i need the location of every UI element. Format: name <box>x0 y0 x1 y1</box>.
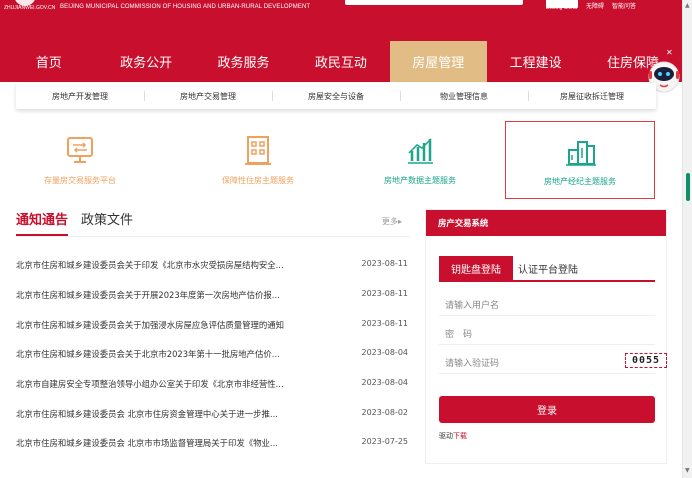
news-title[interactable]: 北京市住房和城乡建设委员会 北京市市场监督管理局关于印发《物业... <box>16 437 336 449</box>
nav-item-housing-management[interactable]: 房屋管理 <box>389 41 487 82</box>
news-title[interactable]: 北京市住房和城乡建设委员会关于北京市2023年第十一批房地产估价... <box>16 348 336 360</box>
list-item[interactable]: 北京市住房和城乡建设委员会 北京市市场监督管理局关于印发《物业... 2023-… <box>16 433 408 453</box>
news-title[interactable]: 北京市住房和城乡建设委员会关于开展2023年度第一次房地产估价报... <box>16 289 336 301</box>
tab-auth-platform-login[interactable]: 认证平台登陆 <box>518 256 590 280</box>
scroll-up-icon[interactable]: ▲ <box>685 2 690 9</box>
driver-download: 驱动下载 <box>439 431 467 441</box>
news-date: 2023-08-02 <box>361 408 409 417</box>
password-label: 密 码 <box>445 330 473 340</box>
service-label: 存量房交易服务平台 <box>44 176 116 185</box>
password-field[interactable]: 密 码 <box>439 319 655 345</box>
news-date: 2023-08-04 <box>361 378 409 387</box>
tab-notices[interactable]: 通知通告 <box>16 209 68 228</box>
divider <box>16 236 410 237</box>
news-date: 2023-08-04 <box>361 348 409 357</box>
smart-qa-link[interactable]: 智能问答 <box>612 1 636 10</box>
building-icon <box>245 136 271 165</box>
list-item[interactable]: 北京市住房和城乡建设委员会 北京市住房资金管理中心关于进一步推... 2023-… <box>16 404 408 424</box>
news-title[interactable]: 北京市住房和城乡建设委员会关于加强浸水房屋应急评估质量管理的通知 <box>16 319 336 331</box>
news-title[interactable]: 北京市自建房安全专项整治领导小组办公室关于印发《北京市非经营性... <box>16 378 336 390</box>
subnav-item-transaction[interactable]: 房地产交易管理 <box>144 83 272 109</box>
nav-item-interaction[interactable]: 政民互动 <box>292 41 389 82</box>
username-field[interactable]: 请输入用户名 <box>439 290 655 316</box>
news-date: 2023-08-11 <box>361 289 409 298</box>
captcha-image[interactable]: 0055 <box>625 353 667 368</box>
nav-item-home[interactable]: 首页 <box>0 41 97 82</box>
service-label: 保障性住房主题服务 <box>222 176 294 185</box>
panel-title: 房产交易系统 <box>426 210 666 236</box>
login-button[interactable]: 登录 <box>439 396 655 423</box>
service-tile-existing-housing[interactable]: 存量房交易服务平台 <box>5 121 155 199</box>
news-date: 2023-08-11 <box>361 319 409 328</box>
list-item[interactable]: 北京市住房和城乡建设委员会关于开展2023年度第一次房地产估价报... 2023… <box>16 285 408 305</box>
subnav-item-property-mgmt[interactable]: 物业管理信息 <box>400 83 528 109</box>
scrollbar[interactable]: ▲ ▼ <box>682 0 692 478</box>
list-item[interactable]: 北京市住房和城乡建设委员会关于印发《北京市水灾受损房屋结构安全... 2023-… <box>16 255 408 275</box>
driver-download-link[interactable]: 下载 <box>453 432 467 440</box>
service-tile-real-estate-data[interactable]: 房地产数据主题服务 <box>345 121 495 199</box>
bar-chart-icon <box>408 138 433 164</box>
scroll-thumb[interactable] <box>686 173 690 201</box>
captcha-field[interactable]: 请输入验证码 0055 <box>439 348 667 374</box>
list-item[interactable]: 北京市住房和城乡建设委员会关于加强浸水房屋应急评估质量管理的通知 2023-08… <box>16 315 408 335</box>
subnav-item-development[interactable]: 房地产开发管理 <box>16 83 144 109</box>
tab-key-login[interactable]: 钥匙盘登陆 <box>439 256 513 280</box>
buildings-chart-icon <box>566 141 596 166</box>
nav-item-gov-services[interactable]: 政务服务 <box>195 41 292 82</box>
sub-nav: 房地产开发管理 房地产交易管理 房屋安全与设备 物业管理信息 房屋征收拆迁管理 <box>16 83 656 109</box>
subnav-item-safety[interactable]: 房屋安全与设备 <box>272 83 400 109</box>
nav-item-gov-affairs-open[interactable]: 政务公开 <box>97 41 194 82</box>
search-input[interactable] <box>345 0 523 5</box>
tab-policy-documents[interactable]: 政策文件 <box>81 209 133 228</box>
app-caption: BeiJing China <box>546 5 577 11</box>
news-title[interactable]: 北京市住房和城乡建设委员会关于印发《北京市水灾受损房屋结构安全... <box>16 259 336 271</box>
subnav-item-expropriation[interactable]: 房屋征收拆迁管理 <box>528 83 656 109</box>
service-tile-affordable-housing[interactable]: 保障性住房主题服务 <box>183 121 333 199</box>
driver-prefix: 驱动 <box>439 432 453 440</box>
site-header: ZHUJIANWEI.GOV.CN BEIJING MUNICIPAL COMM… <box>0 0 682 41</box>
org-name-en: BEIJING MUNICIPAL COMMISSION OF HOUSING … <box>60 4 311 10</box>
login-panel: 房产交易系统 钥匙盘登陆 认证平台登陆 请输入用户名 密 码 请输入验证码 00… <box>425 209 667 464</box>
accessibility-link[interactable]: 无障碍 <box>586 1 604 10</box>
news-title[interactable]: 北京市住房和城乡建设委员会 北京市住房资金管理中心关于进一步推... <box>16 408 336 420</box>
nav-item-construction[interactable]: 工程建设 <box>487 41 584 82</box>
service-label: 房地产经纪主题服务 <box>544 177 616 186</box>
logo-text[interactable]: ZHUJIANWEI.GOV.CN <box>4 5 55 11</box>
news-date: 2023-07-25 <box>361 437 409 446</box>
monitor-icon <box>67 137 93 163</box>
username-placeholder: 请输入用户名 <box>445 301 500 311</box>
list-item[interactable]: 北京市住房和城乡建设委员会关于北京市2023年第十一批房地产估价... 2023… <box>16 344 408 364</box>
service-tile-brokerage[interactable]: 房地产经纪主题服务 <box>505 121 655 199</box>
captcha-placeholder: 请输入验证码 <box>445 359 500 369</box>
more-link[interactable]: 更多▸ <box>382 216 402 227</box>
service-label: 房地产数据主题服务 <box>384 176 456 185</box>
tab-bar <box>439 280 655 282</box>
news-date: 2023-08-11 <box>361 259 409 268</box>
scroll-down-icon[interactable]: ▼ <box>685 467 690 474</box>
main-nav: 首页 政务公开 政务服务 政民互动 房屋管理 工程建设 住房保障 <box>0 41 682 82</box>
page: ZHUJIANWEI.GOV.CN BEIJING MUNICIPAL COMM… <box>0 0 692 478</box>
list-item[interactable]: 北京市自建房安全专项整治领导小组办公室关于印发《北京市非经营性... 2023-… <box>16 374 408 394</box>
